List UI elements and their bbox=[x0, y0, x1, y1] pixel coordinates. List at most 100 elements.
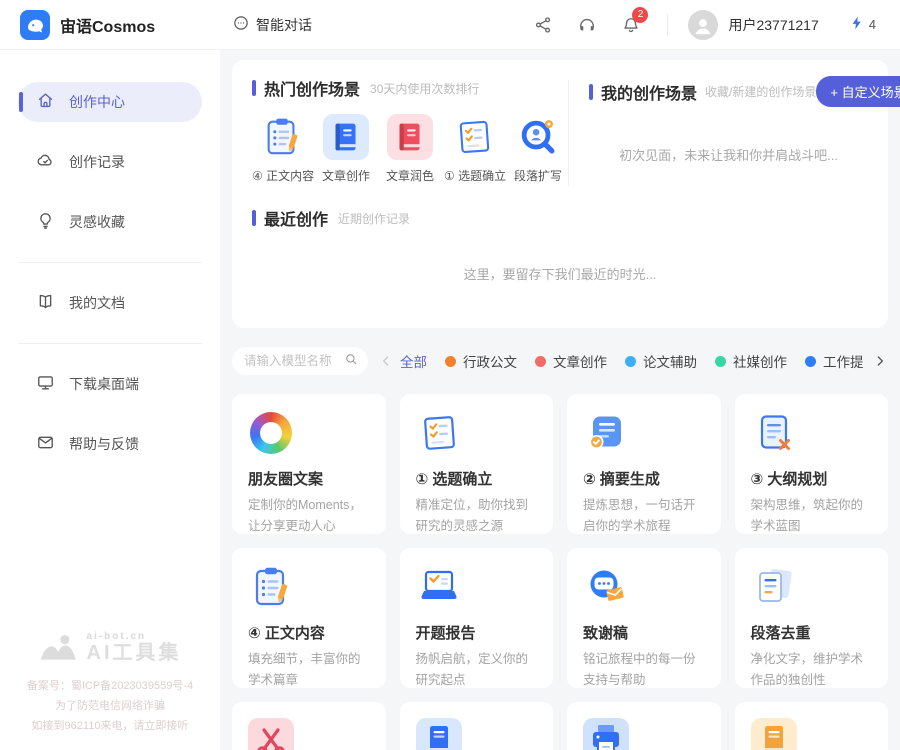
model-card-desc: 净化文字，维护学术作品的独创性 bbox=[751, 649, 873, 688]
my-scenes-empty-text: 初次见面，未来让我和你并肩战斗吧... bbox=[589, 145, 868, 164]
model-card-5[interactable]: 开题报告扬帆启航，定义你的研究起点 bbox=[400, 548, 554, 688]
bookBlue-icon bbox=[323, 114, 369, 160]
hot-scenes-title: 热门创作场景 bbox=[264, 76, 360, 100]
energy-counter[interactable]: 4 bbox=[849, 15, 876, 34]
category-tab-1[interactable]: 行政公文 bbox=[445, 347, 517, 375]
model-card-title: 开题报告 bbox=[416, 622, 538, 643]
moments-icon bbox=[248, 410, 294, 456]
section-accent-bar bbox=[252, 210, 256, 226]
recent-creations-section: 最近创作 近期创作记录 这里，要留存下我们最近的时光... bbox=[252, 200, 868, 328]
section-accent-bar bbox=[252, 80, 256, 96]
model-card-desc: 架构思维，筑起你的学术蓝图 bbox=[751, 495, 873, 534]
tabs-scroll-left-icon[interactable] bbox=[378, 353, 394, 369]
search-icon[interactable] bbox=[344, 352, 358, 371]
model-card-3[interactable]: ③ 大纲规划架构思维，筑起你的学术蓝图 bbox=[735, 394, 889, 534]
whale-logo-icon bbox=[20, 10, 50, 40]
chatMail-icon bbox=[583, 564, 629, 610]
category-tab-label: 论文辅助 bbox=[643, 351, 697, 371]
sidebar-item-6[interactable]: 下载桌面端 bbox=[18, 364, 202, 404]
model-card-8[interactable] bbox=[232, 702, 386, 750]
custom-scene-button[interactable]: + 自定义场景 bbox=[816, 76, 900, 107]
header-actions: 2 用户23771217 4 bbox=[509, 10, 876, 40]
sidebar-item-label: 帮助与反馈 bbox=[69, 434, 139, 454]
energy-count: 4 bbox=[869, 17, 876, 32]
mail-icon bbox=[36, 433, 55, 455]
search-input[interactable] bbox=[244, 354, 344, 368]
category-tab-4[interactable]: 社媒创作 bbox=[715, 347, 787, 375]
model-card-9[interactable] bbox=[400, 702, 554, 750]
hot-scene-label: 文章润色 bbox=[380, 167, 440, 184]
clipboard-icon bbox=[259, 114, 305, 160]
share-icon[interactable] bbox=[533, 15, 553, 35]
category-dot-icon bbox=[805, 356, 816, 367]
watermark-domain: ai-bot.cn bbox=[87, 631, 182, 642]
category-tab-2[interactable]: 文章创作 bbox=[535, 347, 607, 375]
model-card-desc: 精准定位，助你找到研究的灵感之源 bbox=[416, 495, 538, 534]
docArrows-icon bbox=[751, 564, 797, 610]
checklist-icon bbox=[451, 114, 497, 160]
model-card-11[interactable] bbox=[735, 702, 889, 750]
model-card-title: 段落去重 bbox=[751, 622, 873, 643]
category-tab-label: 社媒创作 bbox=[733, 351, 787, 371]
model-card-desc: 提炼思想，一句话开启你的学术旅程 bbox=[583, 495, 705, 534]
username-label: 用户23771217 bbox=[728, 15, 818, 35]
sidebar-nav: 创作中心创作记录灵感收藏我的文档下载桌面端帮助与反馈 bbox=[0, 82, 220, 484]
model-filter-row: 全部 行政公文文章创作 论文辅助 社媒创作 工作提 bbox=[232, 346, 888, 376]
category-tabs: 全部 行政公文文章创作 论文辅助 社媒创作 工作提 bbox=[400, 347, 872, 375]
model-card-6[interactable]: 致谢稿铭记旅程中的每一份支持与帮助 bbox=[567, 548, 721, 688]
sidebar-divider bbox=[18, 262, 202, 263]
sidebar-item-0[interactable]: 创作中心 bbox=[18, 82, 202, 122]
bookRed-icon bbox=[387, 114, 433, 160]
model-card-7[interactable]: 段落去重净化文字，维护学术作品的独创性 bbox=[735, 548, 889, 688]
bulb-icon bbox=[36, 211, 55, 233]
bell-icon[interactable]: 2 bbox=[621, 15, 641, 35]
top-header: 宙语Cosmos 智能对话 2 用户23771217 4 bbox=[0, 0, 900, 50]
user-avatar[interactable] bbox=[688, 10, 718, 40]
scenes-panel: 热门创作场景 30天内使用次数排行 ④ 正文内容文章创作文章润色① 选题确立段落… bbox=[232, 60, 888, 328]
hot-scene-item-1[interactable]: 文章创作 bbox=[316, 114, 376, 184]
hot-scene-item-4[interactable]: 段落扩写 bbox=[508, 114, 568, 184]
hot-scenes-subtitle: 30天内使用次数排行 bbox=[370, 80, 479, 97]
fraud-notice-2: 如接到962110来电，请立即接听 bbox=[0, 716, 220, 736]
icp-text: 备案号：蜀ICP备2023039559号-4 bbox=[0, 676, 220, 696]
nav-smart-chat[interactable]: 智能对话 bbox=[232, 14, 312, 35]
app-brand[interactable]: 宙语Cosmos bbox=[20, 10, 218, 40]
category-dot-icon bbox=[715, 356, 726, 367]
hot-scene-item-2[interactable]: 文章润色 bbox=[380, 114, 440, 184]
model-card-title: ② 摘要生成 bbox=[583, 468, 705, 489]
category-dot-icon bbox=[535, 356, 546, 367]
section-accent-bar bbox=[589, 84, 593, 100]
model-card-desc: 填充细节，丰富你的学术篇章 bbox=[248, 649, 370, 688]
tabs-scroll-right-icon[interactable] bbox=[872, 353, 888, 369]
category-tab-3[interactable]: 论文辅助 bbox=[625, 347, 697, 375]
category-tab-label: 行政公文 bbox=[463, 351, 517, 371]
sidebar-item-4[interactable]: 我的文档 bbox=[18, 283, 202, 323]
model-card-2[interactable]: ② 摘要生成提炼思想，一句话开启你的学术旅程 bbox=[567, 394, 721, 534]
hot-scene-item-3[interactable]: ① 选题确立 bbox=[444, 114, 504, 184]
printerBlue-icon bbox=[583, 718, 629, 750]
model-card-0[interactable]: 朋友圈文案定制你的Moments，让分享更动人心 bbox=[232, 394, 386, 534]
sidebar-item-7[interactable]: 帮助与反馈 bbox=[18, 424, 202, 464]
home-icon bbox=[36, 91, 55, 113]
docX-icon bbox=[751, 410, 797, 456]
sidebar: 创作中心创作记录灵感收藏我的文档下载桌面端帮助与反馈 ai-bot.cn AI工… bbox=[0, 50, 220, 750]
model-card-10[interactable] bbox=[567, 702, 721, 750]
sidebar-item-2[interactable]: 灵感收藏 bbox=[18, 202, 202, 242]
bookSolidBlue-icon bbox=[416, 718, 462, 750]
model-card-4[interactable]: ④ 正文内容填充细节，丰富你的学术篇章 bbox=[232, 548, 386, 688]
bookSolidOrange-icon bbox=[751, 718, 797, 750]
model-search-box bbox=[232, 347, 368, 375]
category-dot-icon bbox=[445, 356, 456, 367]
model-card-1[interactable]: ① 选题确立精准定位，助你找到研究的灵感之源 bbox=[400, 394, 554, 534]
main-content: 热门创作场景 30天内使用次数排行 ④ 正文内容文章创作文章润色① 选题确立段落… bbox=[220, 50, 900, 750]
checklist-icon bbox=[416, 410, 462, 456]
category-tab-0[interactable]: 全部 bbox=[400, 347, 427, 375]
headphones-icon[interactable] bbox=[577, 15, 597, 35]
hot-scene-item-0[interactable]: ④ 正文内容 bbox=[252, 114, 312, 184]
category-tab-5[interactable]: 工作提 bbox=[805, 347, 864, 375]
model-card-desc: 扬帆启航，定义你的研究起点 bbox=[416, 649, 538, 688]
sidebar-item-1[interactable]: 创作记录 bbox=[18, 142, 202, 182]
category-tab-label: 工作提 bbox=[823, 351, 864, 371]
sidebar-footer: ai-bot.cn AI工具集 备案号：蜀ICP备2023039559号-4 为… bbox=[0, 631, 220, 750]
hot-scene-label: 文章创作 bbox=[316, 167, 376, 184]
